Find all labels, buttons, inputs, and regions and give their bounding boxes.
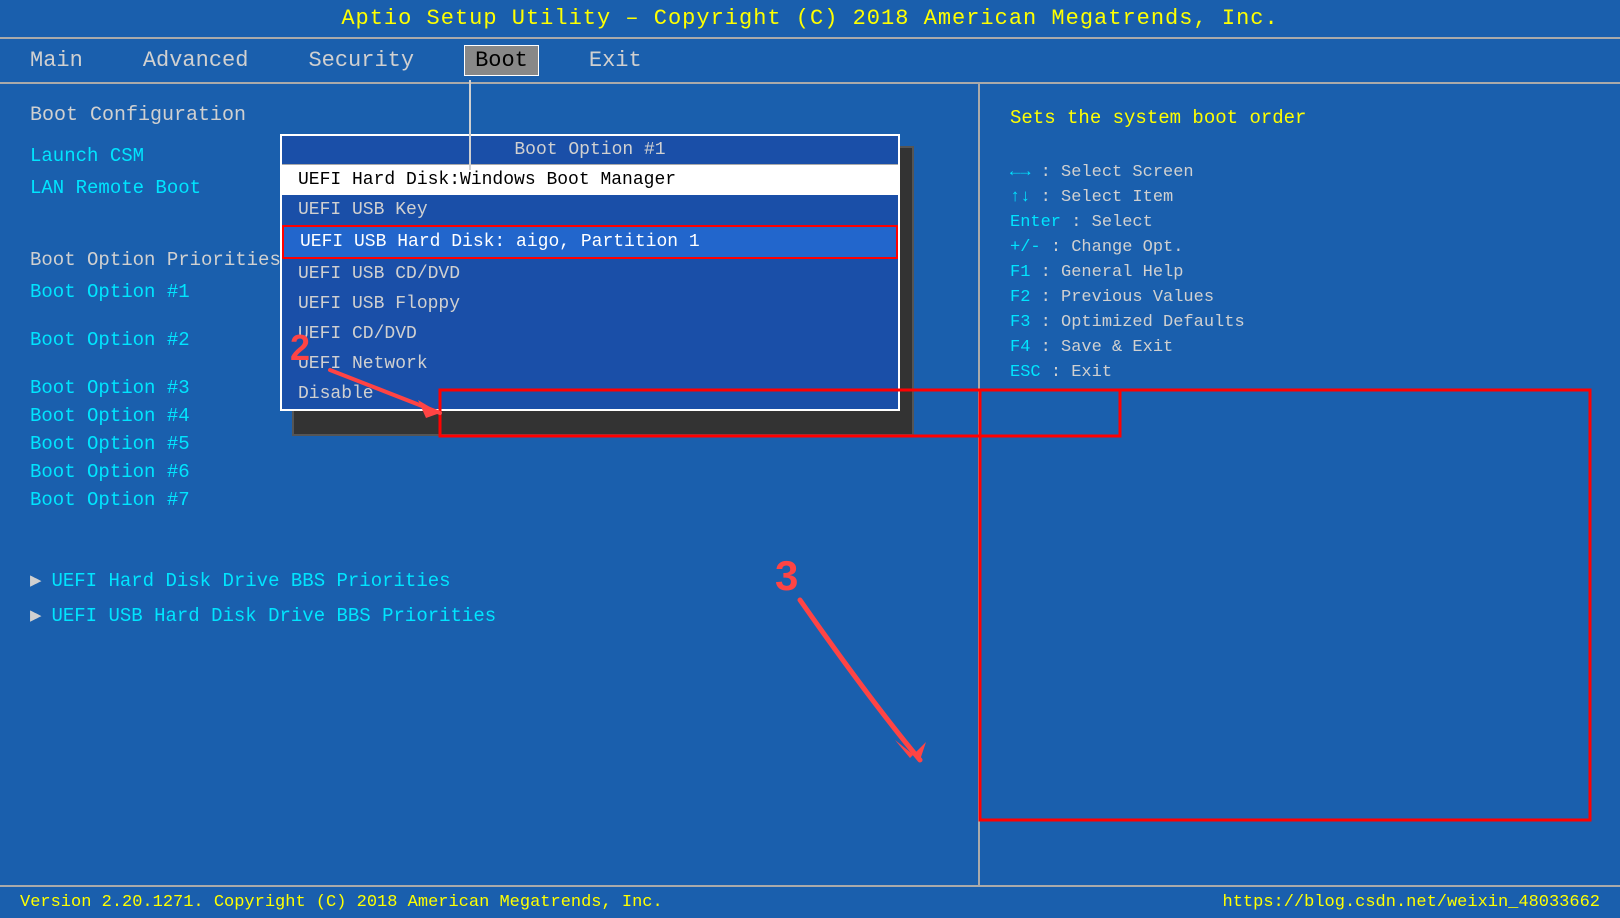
right-panel: Sets the system boot order ←→ : Select S…	[980, 84, 1620, 885]
content-area: Boot Configuration Launch CSM [Disable] …	[0, 84, 1620, 885]
boot-config-title: Boot Configuration	[30, 104, 948, 127]
boot-option-3-label: Boot Option #3	[30, 377, 310, 399]
key-desc-change: : Change Opt.	[1051, 238, 1184, 257]
key-f4: F4	[1010, 338, 1030, 357]
bbs1-row[interactable]: ▶ UEFI Hard Disk Drive BBS Priorities	[30, 569, 948, 592]
popup-item-1[interactable]: UEFI USB Key	[282, 195, 898, 225]
boot-option-popup: Boot Option #1 UEFI Hard Disk:Windows Bo…	[280, 134, 900, 411]
title-text: Aptio Setup Utility – Copyright (C) 2018…	[341, 6, 1278, 31]
key-arrows-screen: ←→	[1010, 163, 1030, 182]
key-row-select-item: ↑↓ : Select Item	[1010, 188, 1590, 207]
key-f2: F2	[1010, 288, 1030, 307]
boot-option-6-label: Boot Option #6	[30, 461, 310, 483]
key-desc-enter: : Select	[1071, 213, 1153, 232]
bbs2-row[interactable]: ▶ UEFI USB Hard Disk Drive BBS Prioritie…	[30, 604, 948, 627]
popup-item-7[interactable]: Disable	[282, 379, 898, 409]
boot-option-6-row: Boot Option #6	[30, 461, 948, 483]
title-bar: Aptio Setup Utility – Copyright (C) 2018…	[0, 0, 1620, 39]
bbs1-label: UEFI Hard Disk Drive BBS Priorities	[51, 570, 450, 592]
menu-item-security[interactable]: Security	[298, 46, 424, 75]
url-text: https://blog.csdn.net/weixin_48033662	[1223, 893, 1600, 912]
key-arrows-item: ↑↓	[1010, 188, 1030, 207]
boot-option-5-label: Boot Option #5	[30, 433, 310, 455]
popup-item-0[interactable]: UEFI Hard Disk:Windows Boot Manager	[282, 165, 898, 195]
key-row-change: +/- : Change Opt.	[1010, 238, 1590, 257]
key-row-f1: F1 : General Help	[1010, 263, 1590, 282]
key-row-enter: Enter : Select	[1010, 213, 1590, 232]
popup-box: Boot Option #1 UEFI Hard Disk:Windows Bo…	[280, 134, 900, 411]
key-f1: F1	[1010, 263, 1030, 282]
key-row-f2: F2 : Previous Values	[1010, 288, 1590, 307]
popup-item-4[interactable]: UEFI USB Floppy	[282, 289, 898, 319]
popup-item-3[interactable]: UEFI USB CD/DVD	[282, 259, 898, 289]
key-esc: ESC	[1010, 363, 1041, 382]
boot-option-7-row: Boot Option #7	[30, 489, 948, 511]
popup-item-2[interactable]: UEFI USB Hard Disk: aigo, Partition 1	[282, 225, 898, 259]
menu-item-exit[interactable]: Exit	[579, 46, 652, 75]
menu-item-main[interactable]: Main	[20, 46, 93, 75]
keys-section: ←→ : Select Screen ↑↓ : Select Item Ente…	[1010, 163, 1590, 382]
key-desc-f1: : General Help	[1041, 263, 1184, 282]
help-text: Sets the system boot order	[1010, 104, 1590, 133]
key-row-esc: ESC : Exit	[1010, 363, 1590, 382]
key-desc-select-item: : Select Item	[1041, 188, 1174, 207]
bbs2-label: UEFI USB Hard Disk Drive BBS Priorities	[51, 605, 496, 627]
key-desc-esc: : Exit	[1051, 363, 1112, 382]
key-desc-f2: : Previous Values	[1041, 288, 1214, 307]
bios-screen: Aptio Setup Utility – Copyright (C) 2018…	[0, 0, 1620, 918]
boot-option-1-label: Boot Option #1	[30, 281, 310, 303]
boot-option-7-label: Boot Option #7	[30, 489, 310, 511]
left-panel: Boot Configuration Launch CSM [Disable] …	[0, 84, 980, 885]
key-f3: F3	[1010, 313, 1030, 332]
menu-item-boot[interactable]: Boot	[464, 45, 539, 76]
key-desc-f4: : Save & Exit	[1041, 338, 1174, 357]
popup-title: Boot Option #1	[282, 136, 898, 165]
bbs2-arrow: ▶	[30, 604, 41, 627]
key-desc-select-screen: : Select Screen	[1041, 163, 1194, 182]
key-desc-f3: : Optimized Defaults	[1041, 313, 1245, 332]
bbs1-arrow: ▶	[30, 569, 41, 592]
key-row-f3: F3 : Optimized Defaults	[1010, 313, 1590, 332]
key-row-select-screen: ←→ : Select Screen	[1010, 163, 1590, 182]
popup-item-5[interactable]: UEFI CD/DVD	[282, 319, 898, 349]
boot-option-2-label: Boot Option #2	[30, 329, 310, 351]
key-enter: Enter	[1010, 213, 1061, 232]
version-text: Version 2.20.1271. Copyright (C) 2018 Am…	[20, 893, 663, 912]
bottom-bar: Version 2.20.1271. Copyright (C) 2018 Am…	[0, 885, 1620, 918]
key-plus-minus: +/-	[1010, 238, 1041, 257]
popup-item-6[interactable]: UEFI Network	[282, 349, 898, 379]
menu-item-advanced[interactable]: Advanced	[133, 46, 259, 75]
menu-bar: Main Advanced Security Boot Exit	[0, 39, 1620, 84]
boot-option-5-row: Boot Option #5	[30, 433, 948, 455]
boot-option-4-label: Boot Option #4	[30, 405, 310, 427]
key-row-f4: F4 : Save & Exit	[1010, 338, 1590, 357]
